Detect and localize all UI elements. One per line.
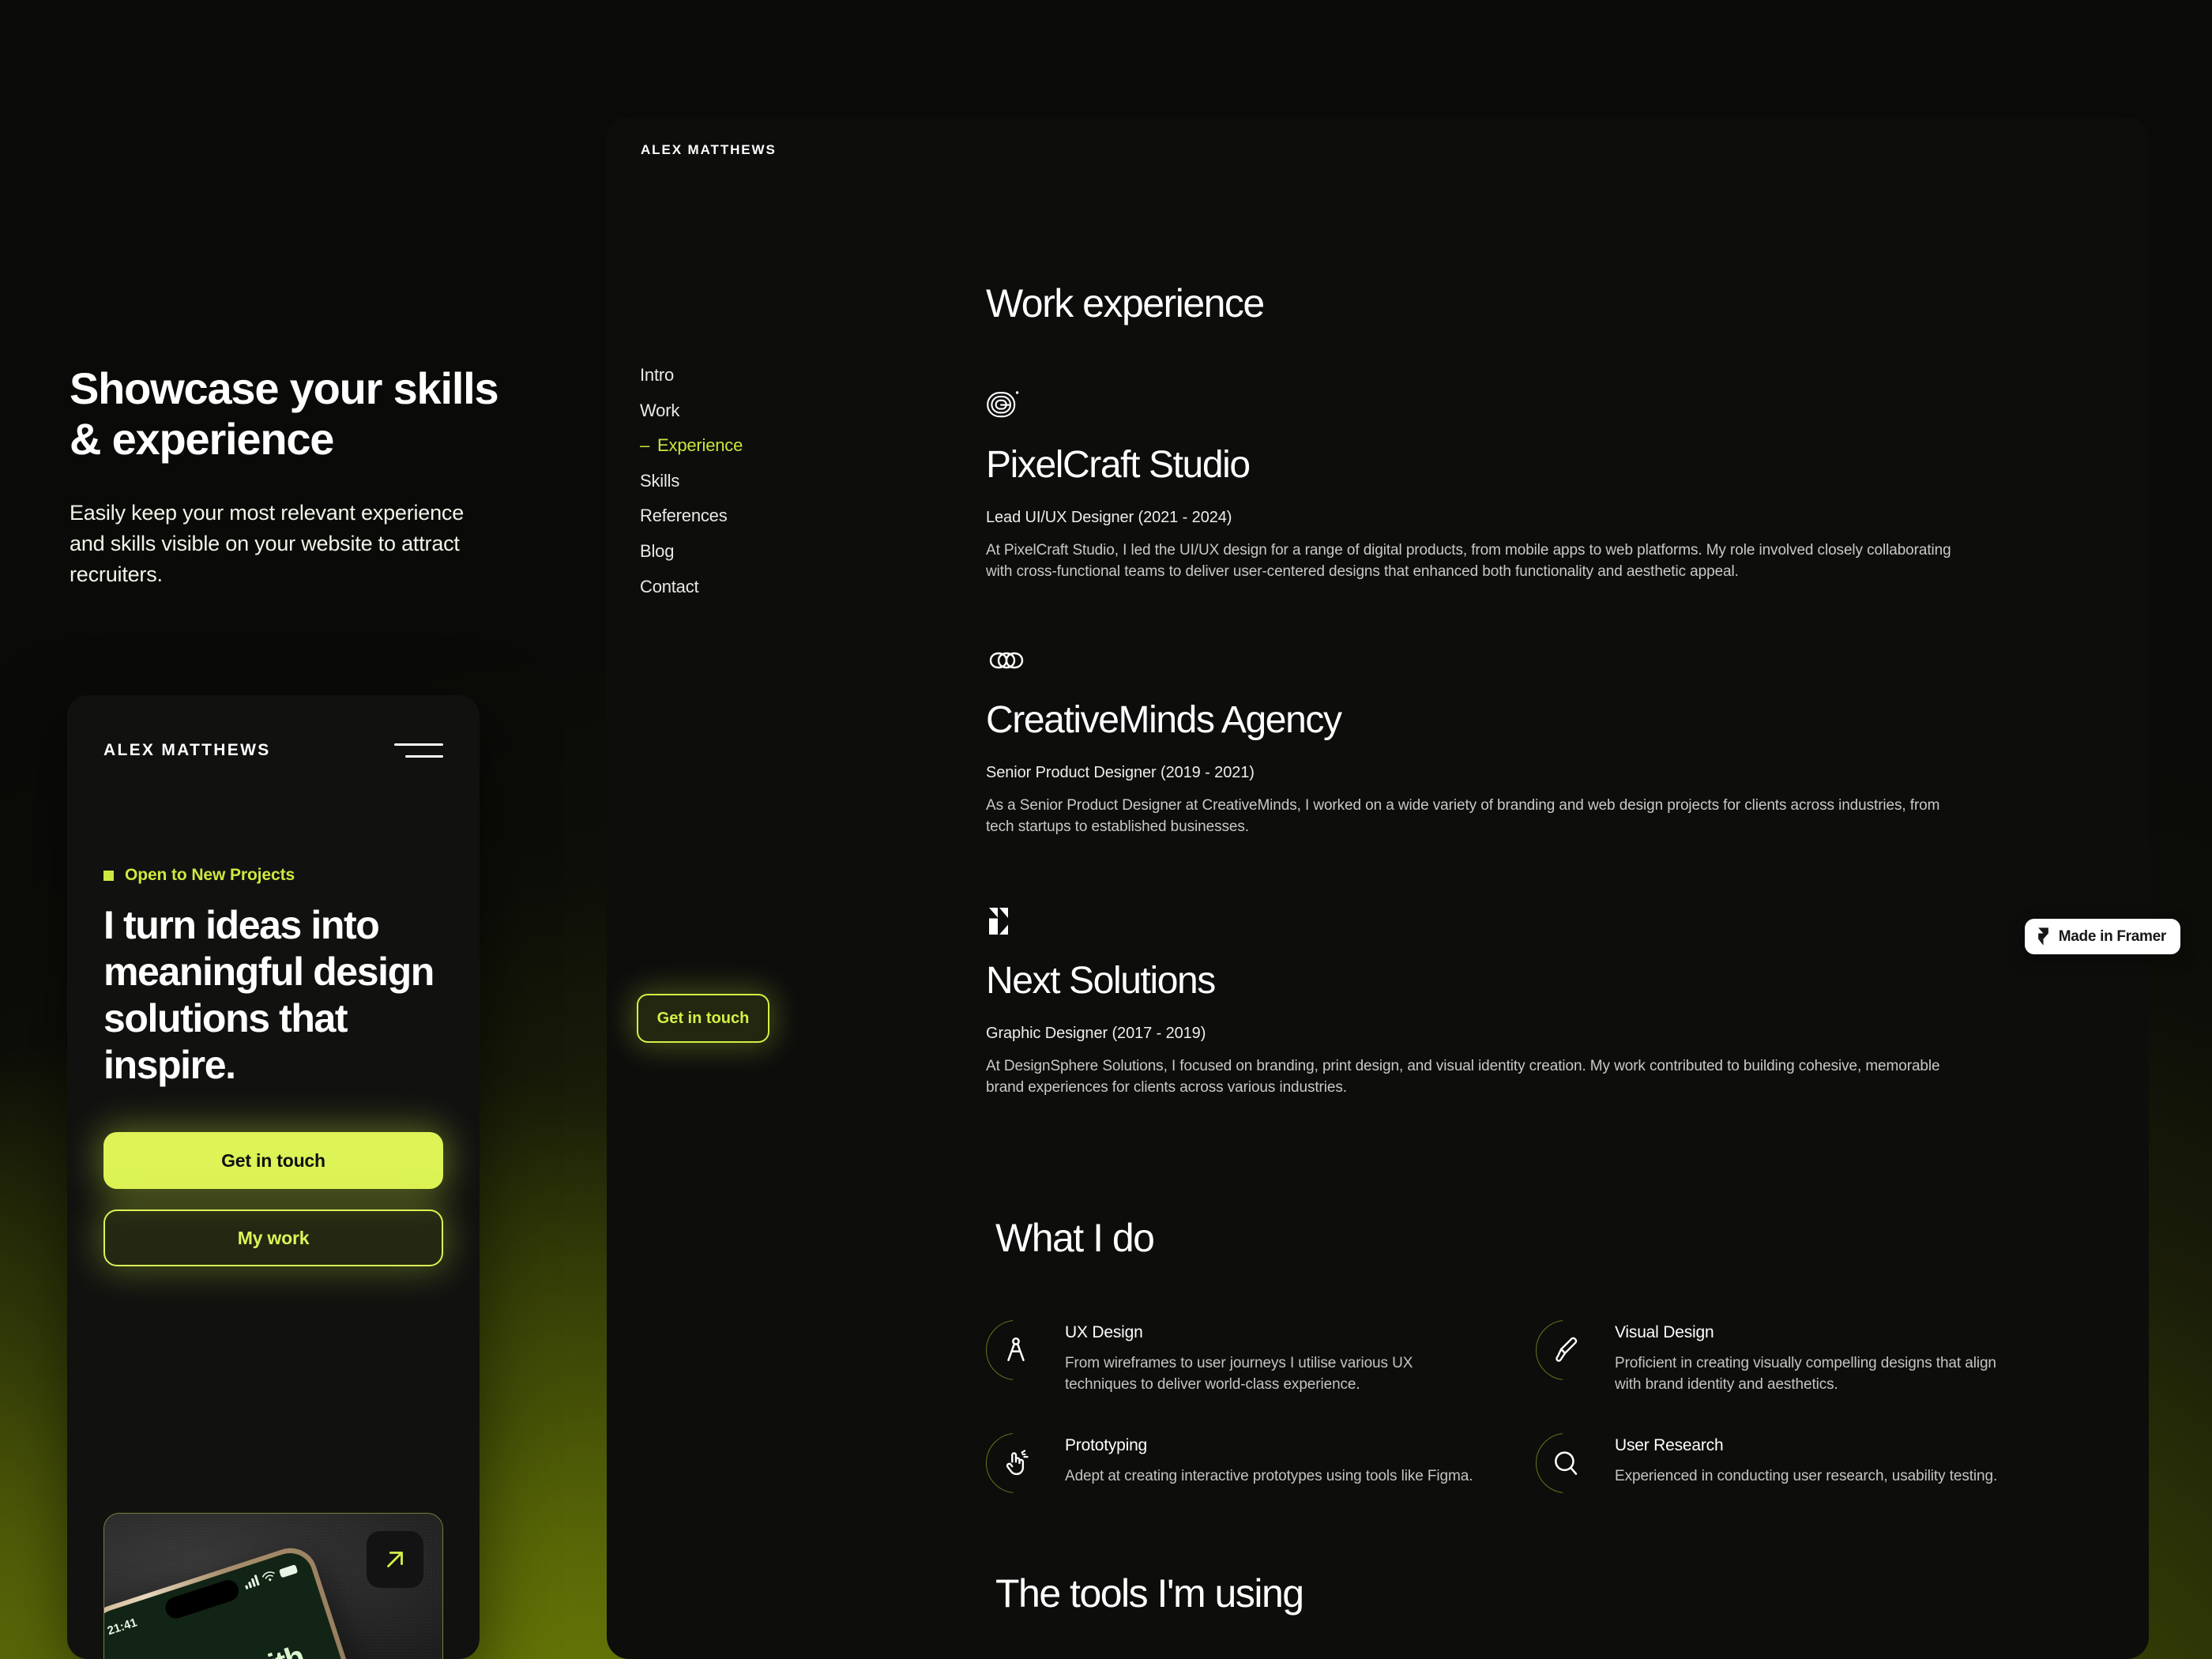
sidebar-item-label: Experience bbox=[657, 435, 743, 456]
service-description: Adept at creating interactive prototypes… bbox=[1065, 1468, 1473, 1485]
job-entry: Next Solutions Graphic Designer (2017 - … bbox=[986, 901, 1997, 1099]
made-in-framer-badge[interactable]: Made in Framer bbox=[2024, 919, 2180, 954]
services-grid: UX Design From wireframes to user journe… bbox=[986, 1320, 2052, 1493]
service-card: UX Design From wireframes to user journe… bbox=[986, 1320, 1503, 1395]
sidebar-item-contact[interactable]: Contact bbox=[640, 576, 743, 599]
service-text: Prototyping Adept at creating interactiv… bbox=[1065, 1433, 1473, 1488]
availability-badge: Open to New Projects bbox=[103, 866, 443, 885]
creativeminds-triple-loop-logo bbox=[986, 641, 1997, 680]
made-in-framer-label: Made in Framer bbox=[2058, 927, 2167, 945]
sidebar-item-label: Contact bbox=[640, 576, 699, 596]
click-hand-icon bbox=[986, 1433, 1046, 1493]
promo-headline: Showcase your skills & experience bbox=[70, 363, 583, 465]
magnifier-icon bbox=[1536, 1433, 1596, 1493]
service-description: From wireframes to user journeys I utili… bbox=[1065, 1355, 1413, 1393]
sidebar-item-intro[interactable]: Intro bbox=[640, 364, 743, 387]
sidebar-nav: Intro Work – Experience Skills Reference… bbox=[640, 364, 743, 611]
sidebar-item-skills[interactable]: Skills bbox=[640, 470, 743, 493]
pixelcraft-spiral-logo bbox=[986, 386, 1997, 425]
job-entry: PixelCraft Studio Lead UI/UX Designer (2… bbox=[986, 386, 1997, 583]
framer-icon bbox=[2037, 927, 2048, 946]
service-title: UX Design bbox=[1065, 1323, 1143, 1341]
phone-notch bbox=[162, 1577, 242, 1622]
phone-header: ALEX MATTHEWS bbox=[67, 695, 480, 760]
sidebar-item-experience[interactable]: – Experience bbox=[640, 434, 743, 457]
my-work-button[interactable]: My work bbox=[103, 1209, 443, 1266]
job-description: At DesignSphere Solutions, I focused on … bbox=[986, 1058, 1940, 1097]
panel-brand: ALEX MATTHEWS bbox=[641, 142, 777, 157]
promo-column: Showcase your skills & experience Easily… bbox=[70, 363, 583, 591]
availability-label: Open to New Projects bbox=[125, 866, 295, 884]
job-description: As a Senior Product Designer at Creative… bbox=[986, 797, 1940, 836]
work-experience-title: Work experience bbox=[986, 281, 1265, 325]
service-title: User Research bbox=[1615, 1436, 1724, 1455]
tools-title: The tools I'm using bbox=[995, 1571, 1304, 1616]
promo-headline-line2: & experience bbox=[70, 413, 334, 464]
job-company: Next Solutions bbox=[986, 960, 1216, 1002]
phone-headline: I turn ideas into meaningful design solu… bbox=[103, 903, 434, 1087]
sidebar-item-label: Work bbox=[640, 400, 680, 420]
job-description: At PixelCraft Studio, I led the UI/UX de… bbox=[986, 542, 1951, 581]
what-i-do-title: What I do bbox=[995, 1216, 1155, 1260]
service-title: Visual Design bbox=[1615, 1323, 1714, 1341]
next-solutions-n-logo bbox=[986, 901, 1997, 941]
compass-divider-icon bbox=[986, 1320, 1046, 1380]
service-card: User Research Experienced in conducting … bbox=[1536, 1433, 2052, 1493]
job-company: CreativeMinds Agency bbox=[986, 699, 1342, 741]
job-entry: CreativeMinds Agency Senior Product Desi… bbox=[986, 641, 1997, 838]
service-description: Proficient in creating visually compelli… bbox=[1615, 1355, 1996, 1393]
phone-body: Open to New Projects I turn ideas into m… bbox=[67, 866, 480, 1266]
sidebar-item-work[interactable]: Work bbox=[640, 400, 743, 423]
hamburger-menu-icon[interactable] bbox=[394, 743, 443, 758]
phone-brand: ALEX MATTHEWS bbox=[103, 741, 271, 759]
promo-subtext: Easily keep your most relevant experienc… bbox=[70, 500, 465, 587]
job-role: Graphic Designer (2017 - 2019) bbox=[986, 1025, 1206, 1043]
sidebar-item-label: Skills bbox=[640, 470, 680, 491]
sidebar-item-label: Blog bbox=[640, 540, 675, 561]
sidebar-item-label: Intro bbox=[640, 365, 675, 385]
job-role: Lead UI/UX Designer (2021 - 2024) bbox=[986, 509, 1232, 527]
paintbrush-icon bbox=[1536, 1320, 1596, 1380]
availability-square-icon bbox=[103, 870, 114, 881]
promo-headline-line1: Showcase your skills bbox=[70, 363, 499, 413]
service-card: Prototyping Adept at creating interactiv… bbox=[986, 1433, 1503, 1493]
service-title: Prototyping bbox=[1065, 1436, 1148, 1455]
sidebar-item-blog[interactable]: Blog bbox=[640, 540, 743, 563]
service-text: Visual Design Proficient in creating vis… bbox=[1615, 1320, 2026, 1395]
sidebar-get-in-touch-button[interactable]: Get in touch bbox=[637, 994, 769, 1043]
active-dash-icon: – bbox=[640, 435, 650, 456]
service-text: User Research Experienced in conducting … bbox=[1615, 1433, 1997, 1488]
service-text: UX Design From wireframes to user journe… bbox=[1065, 1320, 1476, 1395]
service-description: Experienced in conducting user research,… bbox=[1615, 1468, 1998, 1485]
sidebar-item-references[interactable]: References bbox=[640, 505, 743, 528]
service-card: Visual Design Proficient in creating vis… bbox=[1536, 1320, 2052, 1395]
job-role: Senior Product Designer (2019 - 2021) bbox=[986, 764, 1255, 782]
project-thumbnail-card[interactable]: 21:41 In 10 minutes Meeting with mike bbox=[103, 1513, 443, 1659]
sidebar-item-label: References bbox=[640, 506, 728, 526]
phone-mockup-card: ALEX MATTHEWS Open to New Projects I tur… bbox=[67, 695, 480, 1659]
get-in-touch-button[interactable]: Get in touch bbox=[103, 1132, 443, 1189]
job-company: PixelCraft Studio bbox=[986, 444, 1251, 486]
arrow-up-right-icon[interactable] bbox=[367, 1531, 423, 1588]
main-panel: ALEX MATTHEWS Intro Work – Experience Sk… bbox=[607, 117, 2149, 1659]
